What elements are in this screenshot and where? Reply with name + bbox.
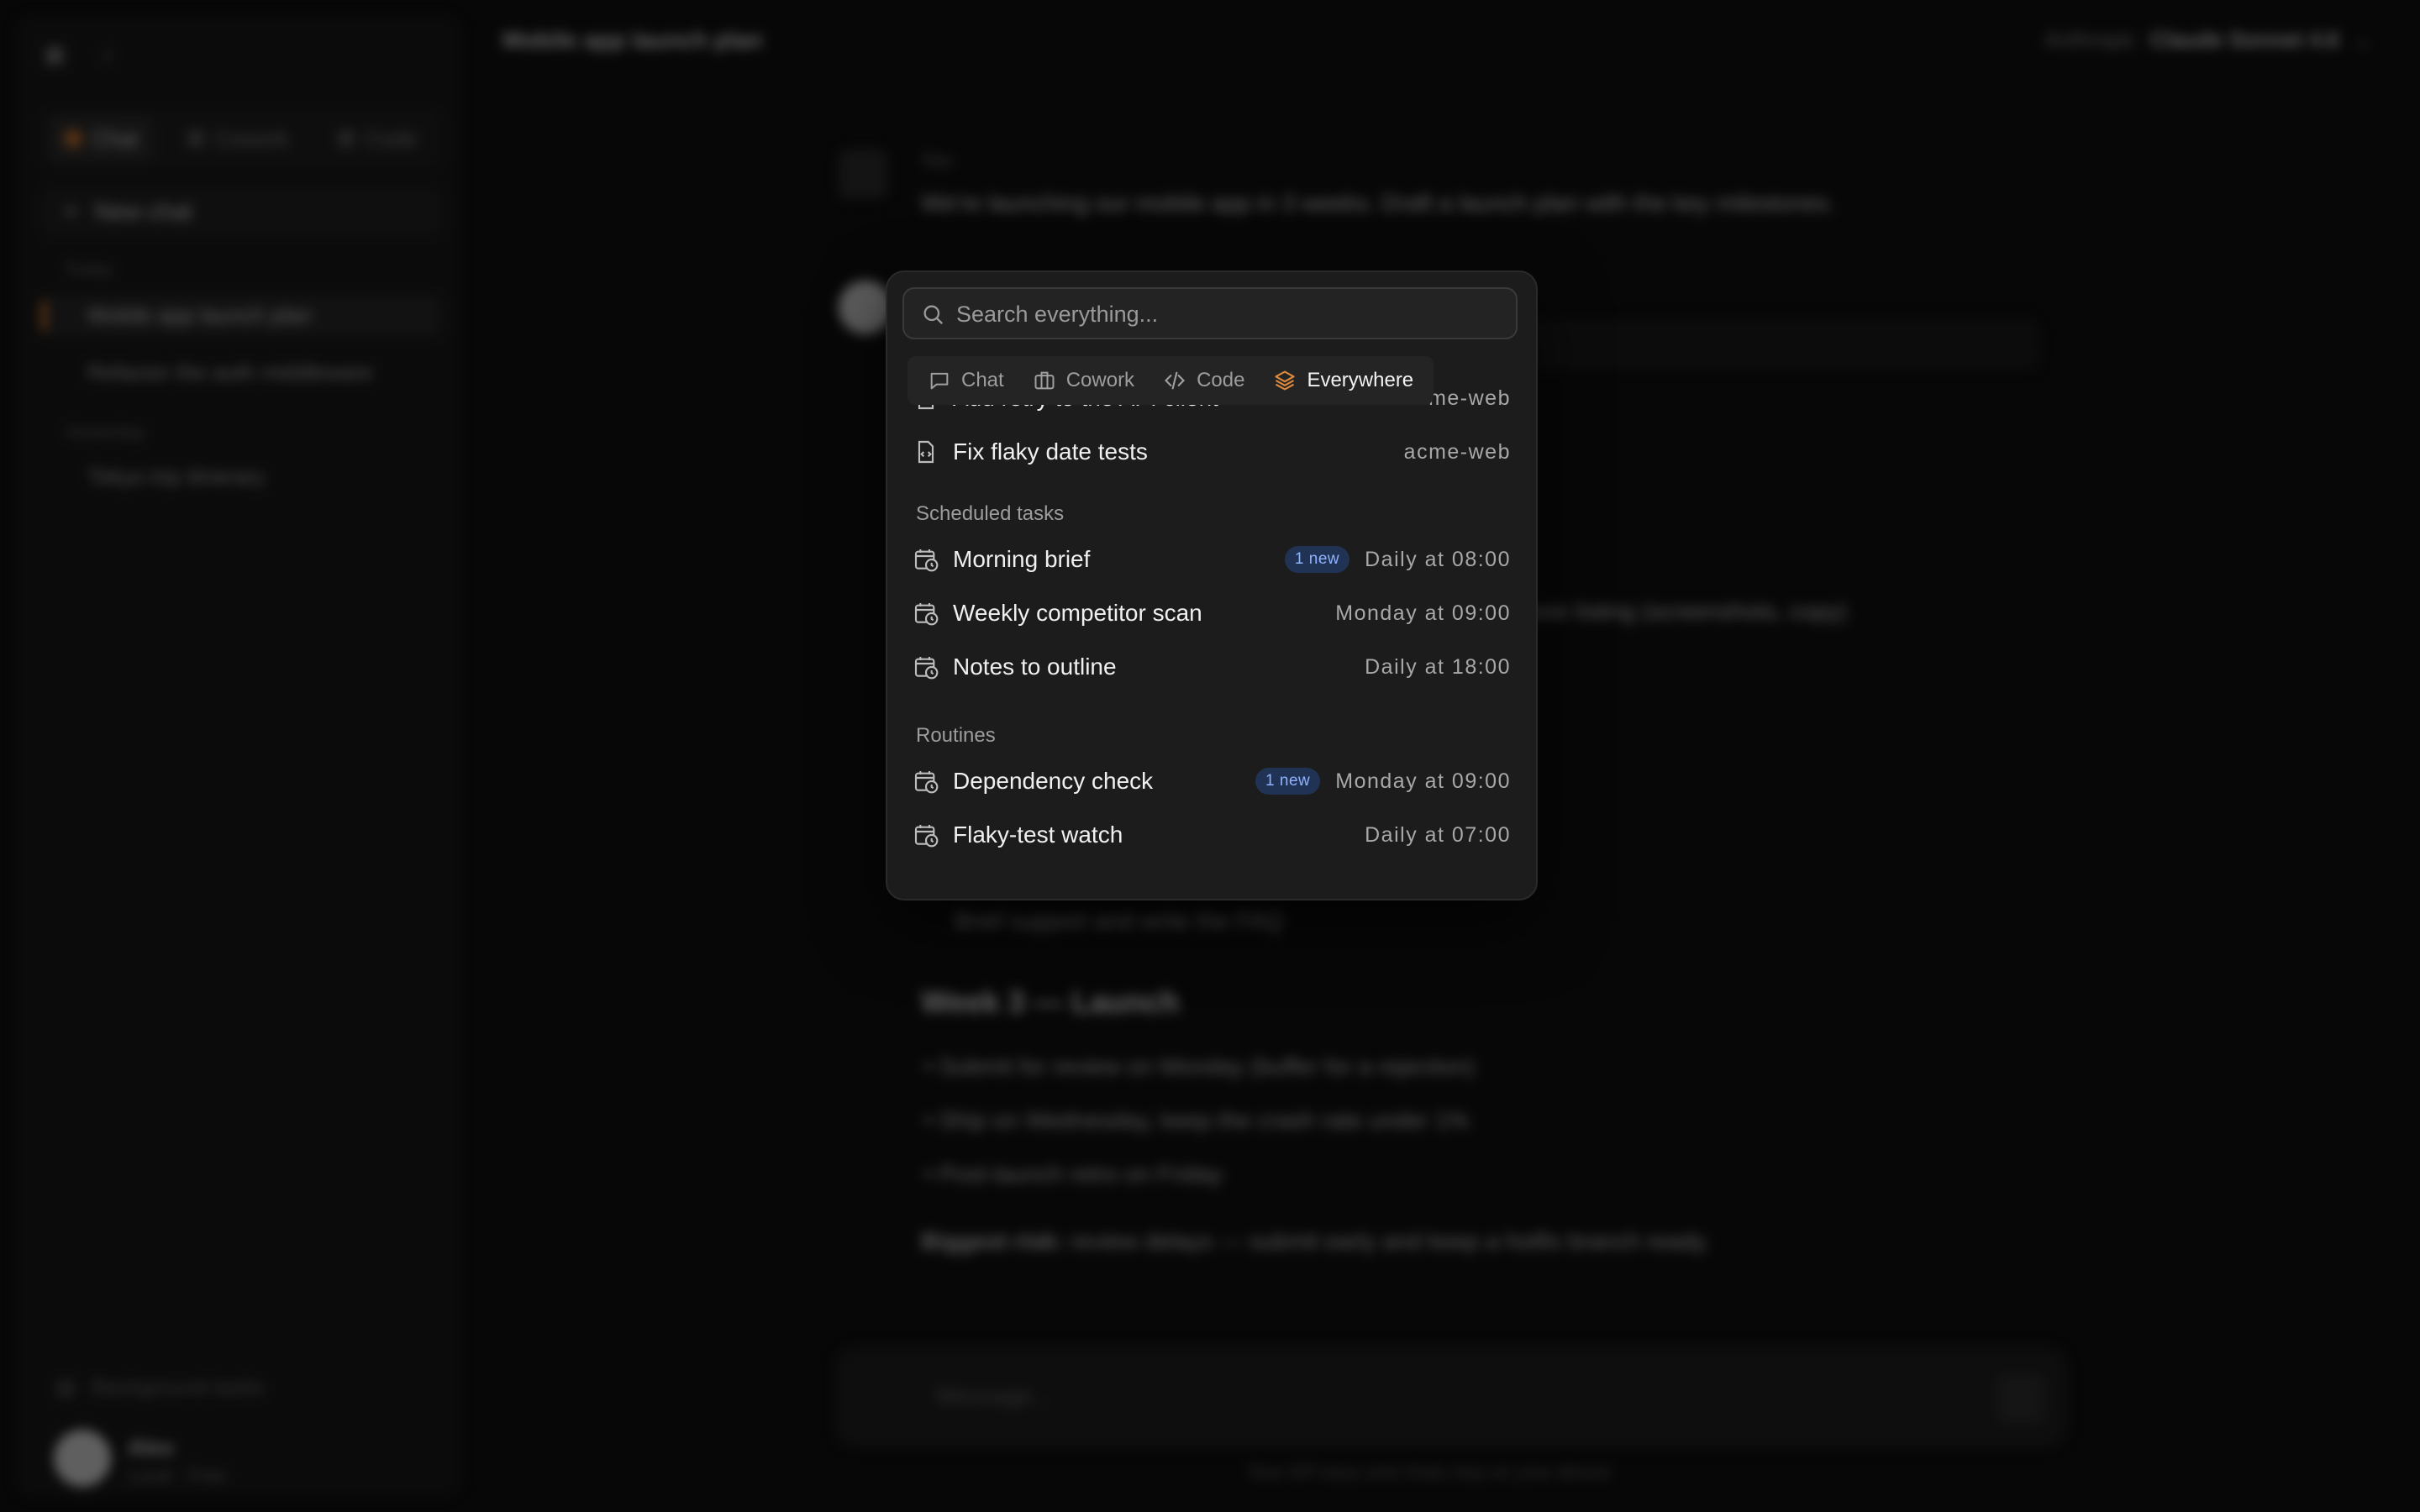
command-palette: Add retry to the API client acme-web Fix… (886, 270, 1538, 900)
calendar-clock-icon (914, 657, 939, 680)
filter-cowork[interactable]: Cowork (1021, 360, 1146, 401)
result-title: Dependency check (953, 768, 1154, 794)
group-label-scheduled: Scheduled tasks (916, 502, 1065, 525)
new-badge: 1 new (1255, 768, 1321, 795)
briefcase-icon (1034, 371, 1055, 390)
result-meta: Monday at 09:00 (1335, 601, 1511, 625)
result-row[interactable]: Weekly competitor scan Monday at 09:00 (913, 591, 1511, 635)
result-meta: acme-web (1403, 439, 1511, 464)
filter-label: Code (1197, 369, 1245, 391)
result-meta: Daily at 07:00 (1365, 822, 1511, 847)
new-badge: 1 new (1284, 546, 1350, 573)
result-title: Flaky-test watch (953, 822, 1123, 848)
result-meta: Daily at 08:00 (1365, 547, 1511, 571)
calendar-clock-icon (914, 825, 939, 848)
result-meta: Monday at 09:00 (1335, 769, 1511, 793)
result-title: Weekly competitor scan (953, 600, 1202, 626)
result-row[interactable]: Fix flaky date tests acme-web (913, 430, 1511, 474)
group-label-routines: Routines (916, 724, 996, 747)
filter-label: Cowork (1065, 369, 1135, 391)
calendar-clock-icon (914, 549, 939, 572)
result-title: Morning brief (953, 546, 1091, 572)
search-input[interactable] (955, 289, 1512, 339)
code-file-icon (918, 440, 934, 464)
scope-filters: Chat Cowork Code Everywhere (908, 356, 1434, 405)
calendar-clock-icon (914, 771, 939, 794)
filter-code[interactable]: Code (1151, 360, 1256, 401)
filter-chat[interactable]: Chat (916, 360, 1016, 401)
calendar-clock-icon (914, 603, 939, 626)
chat-bubble-icon (930, 372, 949, 390)
search-box (902, 287, 1518, 339)
result-row[interactable]: Notes to outline Daily at 18:00 (913, 645, 1511, 689)
filter-label: Chat (961, 369, 1004, 391)
filter-label: Everywhere (1307, 369, 1414, 391)
result-row[interactable]: Flaky-test watch Daily at 07:00 (913, 813, 1511, 857)
result-title: Fix flaky date tests (953, 438, 1148, 465)
layers-icon (1275, 370, 1295, 391)
result-row[interactable]: Morning brief 1 new Daily at 08:00 (913, 538, 1511, 581)
filter-everywhere[interactable]: Everywhere (1261, 360, 1425, 401)
search-icon (923, 305, 943, 324)
result-title: Notes to outline (953, 654, 1117, 680)
result-row[interactable]: Dependency check 1 new Monday at 09:00 (913, 759, 1511, 803)
code-icon (1165, 371, 1186, 390)
result-meta: Daily at 18:00 (1365, 654, 1511, 679)
